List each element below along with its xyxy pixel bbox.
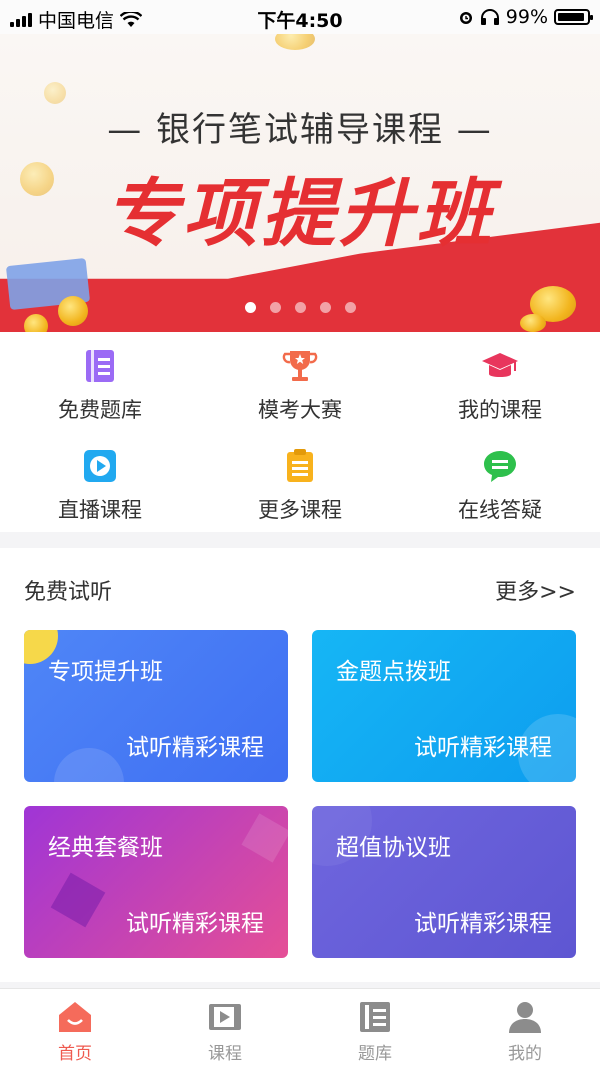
clipboard-icon [287, 449, 313, 482]
course-card[interactable]: 超值协议班 试听精彩课程 [312, 806, 576, 958]
coin-decoration [44, 82, 66, 104]
carousel-dot[interactable] [269, 302, 281, 313]
carousel-dot[interactable] [244, 302, 256, 313]
alarm-icon [459, 12, 472, 24]
question-bank-icon [360, 1002, 390, 1032]
menu-item-label: 我的课程 [458, 398, 542, 422]
tab-label: 课程 [208, 1044, 242, 1064]
decorative-circle [54, 748, 124, 782]
free-trial-section: 免费试听 更多>> 专项提升班 试听精彩课程 金题点拨班 试听精彩课程 经典套餐… [0, 548, 600, 982]
tab-question-bank[interactable]: 题库 [300, 989, 450, 1068]
carousel-indicator [0, 302, 600, 313]
banner-title: 专项提升班 [105, 171, 495, 257]
tab-mine[interactable]: 我的 [450, 989, 600, 1068]
battery-percent: 99% [505, 6, 548, 28]
course-card[interactable]: 金题点拨班 试听精彩课程 [312, 630, 576, 782]
card-subtitle: 试听精彩课程 [126, 911, 264, 937]
decorative-cube [241, 813, 288, 863]
quick-menu: 免费题库 模考大赛 我的课程 直播课程 更多课程 在线答疑 [0, 332, 600, 532]
status-bar: 中国电信 下午4:50 99% [0, 0, 600, 34]
chat-bubble-icon [484, 451, 516, 482]
battery-icon [554, 9, 593, 25]
card-title: 经典套餐班 [48, 835, 163, 861]
menu-item-more-courses[interactable]: 更多课程 [200, 432, 400, 532]
menu-item-label: 模考大赛 [258, 398, 342, 422]
more-link[interactable]: 更多>> [495, 574, 576, 606]
user-icon [509, 1002, 541, 1033]
carousel-dot[interactable] [344, 302, 356, 313]
menu-item-label: 直播课程 [58, 498, 142, 522]
card-title: 金题点拨班 [336, 659, 451, 685]
coin-decoration [275, 34, 315, 50]
carousel-dot[interactable] [294, 302, 306, 313]
banner-subtitle: — 银行笔试辅导课程 — [107, 110, 493, 150]
card-subtitle: 试听精彩课程 [414, 735, 552, 761]
decorative-cube [50, 872, 106, 928]
menu-item-mock-exam[interactable]: 模考大赛 [200, 332, 400, 432]
section-title: 免费试听 [24, 580, 113, 605]
book-icon [86, 350, 114, 382]
menu-item-online-qa[interactable]: 在线答疑 [400, 432, 600, 532]
tab-label: 首页 [58, 1044, 92, 1064]
video-icon [209, 1004, 241, 1030]
carousel-dot[interactable] [319, 302, 331, 313]
menu-item-live-courses[interactable]: 直播课程 [0, 432, 200, 532]
coin-stack-icon [24, 314, 48, 332]
headphones-icon [480, 9, 499, 25]
bottom-tab-bar: 首页 课程 题库 我的 [0, 988, 600, 1068]
course-card[interactable]: 专项提升班 试听精彩课程 [24, 630, 288, 782]
menu-item-label: 更多课程 [258, 498, 342, 522]
card-subtitle: 试听精彩课程 [414, 911, 552, 937]
tab-label: 题库 [358, 1044, 392, 1064]
card-title: 超值协议班 [336, 835, 451, 861]
menu-item-label: 在线答疑 [458, 498, 542, 522]
card-title: 专项提升班 [48, 659, 163, 685]
coin-stack-icon [520, 314, 546, 332]
graduation-cap-icon [482, 353, 518, 377]
menu-item-my-courses[interactable]: 我的课程 [400, 332, 600, 432]
course-card[interactable]: 经典套餐班 试听精彩课程 [24, 806, 288, 958]
card-subtitle: 试听精彩课程 [126, 735, 264, 761]
status-right: 99% [458, 6, 593, 28]
tab-label: 我的 [508, 1044, 542, 1064]
tab-home[interactable]: 首页 [0, 989, 150, 1068]
play-icon [84, 450, 116, 482]
menu-item-label: 免费题库 [58, 398, 142, 422]
home-icon [59, 1002, 91, 1032]
trophy-icon [282, 351, 318, 381]
tab-courses[interactable]: 课程 [150, 989, 300, 1068]
promo-banner[interactable]: — 银行笔试辅导课程 — 专项提升班 [0, 34, 600, 332]
menu-item-free-questions[interactable]: 免费题库 [0, 332, 200, 432]
